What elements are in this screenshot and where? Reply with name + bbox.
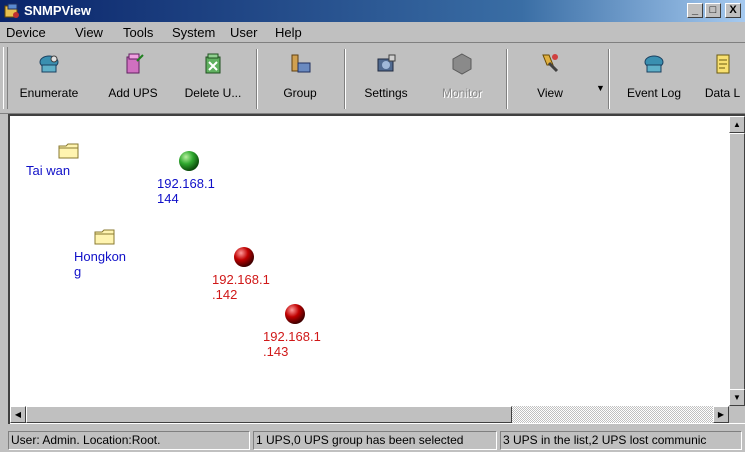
group-button[interactable]: Group: [270, 51, 330, 107]
toolbar-separator: [256, 49, 258, 109]
event-log-icon: [644, 55, 664, 73]
scroll-up-arrow-icon[interactable]: ▲: [729, 116, 745, 133]
view-icon: [542, 54, 559, 73]
scroll-left-arrow-icon[interactable]: ◀: [10, 406, 26, 423]
data-log-button[interactable]: Data L: [700, 51, 745, 107]
toolbar-separator: [344, 49, 346, 109]
ups-label: 192.168.1 .143: [263, 329, 321, 359]
menu-system[interactable]: System: [172, 25, 215, 40]
delete-ups-label: Delete U...: [184, 86, 242, 100]
ups-lost-status-icon: [234, 247, 254, 267]
monitor-label: Monitor: [441, 86, 482, 100]
close-button[interactable]: X: [725, 3, 741, 18]
delete-ups-button[interactable]: Delete U...: [176, 51, 250, 107]
view-button[interactable]: View: [520, 51, 580, 107]
snmpview-app-icon: [4, 3, 19, 18]
window-title: SNMPView: [24, 3, 91, 18]
delete-ups-icon: [205, 53, 221, 74]
folder-icon: [94, 229, 115, 245]
settings-icon: [377, 54, 396, 72]
data-log-label: Data L: [704, 86, 741, 100]
menu-bar: Device View Tools System User Help: [0, 22, 745, 42]
ups-label: 192.168.1 144: [157, 176, 215, 206]
group-icon: [291, 54, 311, 73]
menu-device[interactable]: Device: [6, 25, 46, 40]
ups-label: 192.168.1 .142: [212, 272, 270, 302]
horizontal-scrollbar[interactable]: ◀ ▶: [10, 406, 729, 423]
monitor-icon: [452, 53, 472, 75]
folder-node-hongkong[interactable]: Hongkon g: [74, 228, 126, 279]
enumerate-button[interactable]: Enumerate: [12, 51, 86, 107]
vertical-scrollbar[interactable]: ▲ ▼: [729, 116, 745, 406]
maximize-button[interactable]: □: [705, 3, 721, 18]
toolbar-separator: [608, 49, 610, 109]
scrollbar-corner: [729, 406, 745, 423]
menu-view[interactable]: View: [75, 25, 103, 40]
add-ups-label: Add UPS: [108, 86, 158, 100]
event-log-label: Event Log: [626, 86, 682, 100]
minimize-button[interactable]: _: [687, 3, 703, 18]
settings-button[interactable]: Settings: [356, 51, 416, 107]
folder-label: Hongkon g: [74, 249, 127, 279]
status-selection: 1 UPS,0 UPS group has been selected: [253, 431, 497, 450]
scroll-right-arrow-icon[interactable]: ▶: [713, 406, 729, 423]
folder-node-taiwan[interactable]: Tai wan: [26, 142, 80, 178]
status-list: 3 UPS in the list,2 UPS lost communic: [500, 431, 742, 450]
monitor-button[interactable]: Monitor: [432, 51, 492, 107]
folder-icon: [58, 143, 79, 159]
menu-tools[interactable]: Tools: [123, 25, 153, 40]
settings-label: Settings: [364, 86, 408, 100]
ups-node-192-168-1-144[interactable]: 192.168.1 144: [157, 149, 215, 206]
title-bar: SNMPView _ □ X: [0, 0, 745, 22]
folder-label: Tai wan: [26, 163, 71, 178]
ups-node-192-168-1-143[interactable]: 192.168.1 .143: [263, 302, 321, 359]
status-location: User: Admin. Location:Root.: [8, 431, 250, 450]
vertical-scroll-thumb[interactable]: [729, 133, 745, 391]
data-log-icon: [716, 54, 729, 74]
enumerate-label: Enumerate: [19, 86, 79, 100]
toolbar-separator: [506, 49, 508, 109]
toolbar: Enumerate Add UPS Delete U... Group Sett…: [0, 42, 745, 114]
scroll-down-arrow-icon[interactable]: ▼: [729, 389, 745, 406]
menu-user[interactable]: User: [230, 25, 257, 40]
add-ups-button[interactable]: Add UPS: [100, 51, 166, 107]
ups-lost-status-icon: [285, 304, 305, 324]
menu-help[interactable]: Help: [275, 25, 302, 40]
view-dropdown-arrow-icon[interactable]: ▼: [596, 83, 605, 93]
status-bar: User: Admin. Location:Root. 1 UPS,0 UPS …: [0, 428, 745, 452]
event-log-button[interactable]: Event Log: [620, 51, 688, 107]
network-scan-icon: [39, 55, 59, 73]
horizontal-scroll-thumb[interactable]: [26, 406, 512, 423]
add-ups-icon: [126, 53, 144, 74]
ups-node-192-168-1-142[interactable]: 192.168.1 .142: [212, 245, 270, 302]
view-label: View: [537, 86, 563, 100]
ups-online-status-icon: [179, 151, 199, 171]
ups-map-canvas[interactable]: Tai wan 192.168.1 144 Hongkon g 192.168.…: [8, 114, 745, 424]
group-label: Group: [283, 86, 317, 100]
